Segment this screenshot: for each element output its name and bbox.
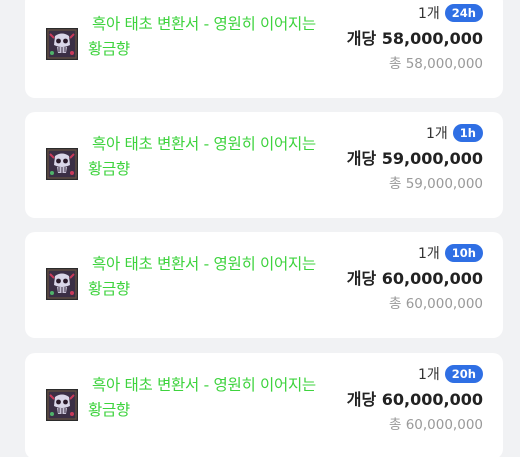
listing-card[interactable]: 흑아 태초 변환서 - 영원히 이어지는 황금향 1개 10h 개당 60,00… xyxy=(25,232,503,338)
listing-card[interactable]: 흑아 태초 변환서 - 영원히 이어지는 황금향 1개 20h 개당 60,00… xyxy=(25,353,503,457)
quantity-row: 1개 24h xyxy=(418,3,483,23)
time-badge: 10h xyxy=(444,244,483,262)
quantity-label: 1개 xyxy=(418,6,440,22)
total-price: 총 59,000,000 xyxy=(388,176,483,192)
time-badge: 1h xyxy=(452,124,483,142)
listing-list: 흑아 태초 변환서 - 영원히 이어지는 황금향 1개 24h 개당 58,00… xyxy=(0,0,520,457)
listing-card[interactable]: 흑아 태초 변환서 - 영원히 이어지는 황금향 1개 1h 개당 59,000… xyxy=(25,112,503,218)
quantity-label: 1개 xyxy=(418,246,440,262)
quantity-label: 1개 xyxy=(426,126,448,142)
quantity-row: 1개 20h xyxy=(418,364,483,384)
unit-price: 개당 60,000,000 xyxy=(346,390,483,409)
time-badge: 24h xyxy=(444,4,483,22)
time-badge: 20h xyxy=(444,365,483,383)
total-price: 총 60,000,000 xyxy=(388,417,483,433)
unit-price: 개당 59,000,000 xyxy=(346,149,483,168)
item-name: 흑아 태초 변환서 - 영원히 이어지는 황금향 xyxy=(88,255,316,298)
quantity-row: 1개 1h xyxy=(426,123,483,143)
quantity-row: 1개 10h xyxy=(418,243,483,263)
scroll-skull-icon xyxy=(46,389,78,421)
listing-card[interactable]: 흑아 태초 변환서 - 영원히 이어지는 황금향 1개 24h 개당 58,00… xyxy=(25,0,503,98)
item-name: 흑아 태초 변환서 - 영원히 이어지는 황금향 xyxy=(88,376,316,419)
scroll-skull-icon xyxy=(46,268,78,300)
scroll-skull-icon xyxy=(46,28,78,60)
scroll-skull-icon xyxy=(46,148,78,180)
total-price: 총 58,000,000 xyxy=(388,56,483,72)
item-name: 흑아 태초 변환서 - 영원히 이어지는 황금향 xyxy=(88,15,316,58)
item-name: 흑아 태초 변환서 - 영원히 이어지는 황금향 xyxy=(88,135,316,178)
unit-price: 개당 60,000,000 xyxy=(346,269,483,288)
unit-price: 개당 58,000,000 xyxy=(346,29,483,48)
total-price: 총 60,000,000 xyxy=(388,296,483,312)
quantity-label: 1개 xyxy=(418,367,440,383)
